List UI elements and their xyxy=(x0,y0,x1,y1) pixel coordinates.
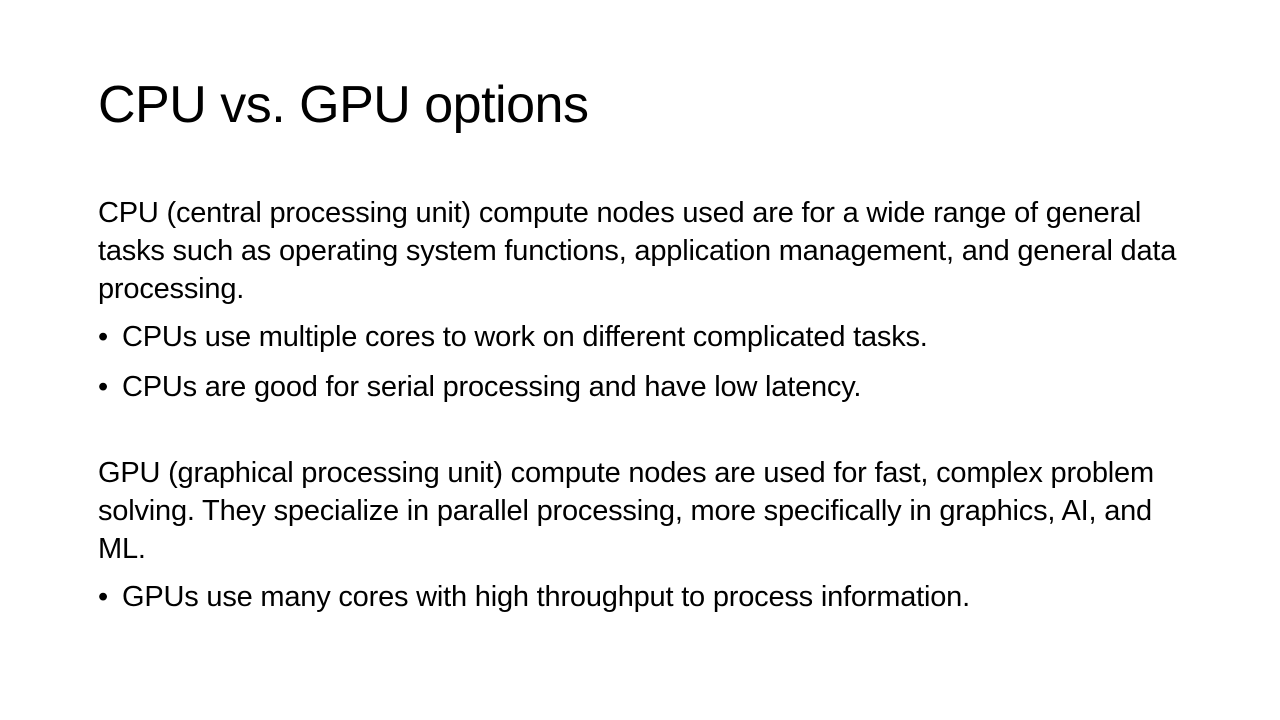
cpu-section: CPU (central processing unit) compute no… xyxy=(98,194,1188,406)
slide-title: CPU vs. GPU options xyxy=(98,76,589,134)
bullet-marker: • xyxy=(98,371,108,403)
cpu-bullet-list: • CPUs use multiple cores to work on dif… xyxy=(98,318,1188,406)
bullet-item: • CPUs use multiple cores to work on dif… xyxy=(98,318,1188,356)
bullet-text: CPUs are good for serial processing and … xyxy=(122,371,862,403)
gpu-paragraph: GPU (graphical processing unit) compute … xyxy=(98,457,1154,565)
bullet-marker: • xyxy=(98,581,108,613)
bullet-marker: • xyxy=(98,321,108,353)
bullet-text: CPUs use multiple cores to work on diffe… xyxy=(122,321,928,353)
gpu-bullet-list: • GPUs use many cores with high throughp… xyxy=(98,578,1188,616)
gpu-section: GPU (graphical processing unit) compute … xyxy=(98,454,1188,616)
slide: CPU vs. GPU options CPU (central process… xyxy=(0,0,1280,720)
bullet-item: • CPUs are good for serial processing an… xyxy=(98,368,1188,406)
slide-body: CPU (central processing unit) compute no… xyxy=(98,194,1188,628)
bullet-text: GPUs use many cores with high throughput… xyxy=(122,581,970,613)
bullet-item: • GPUs use many cores with high throughp… xyxy=(98,578,1188,616)
cpu-paragraph: CPU (central processing unit) compute no… xyxy=(98,197,1177,305)
